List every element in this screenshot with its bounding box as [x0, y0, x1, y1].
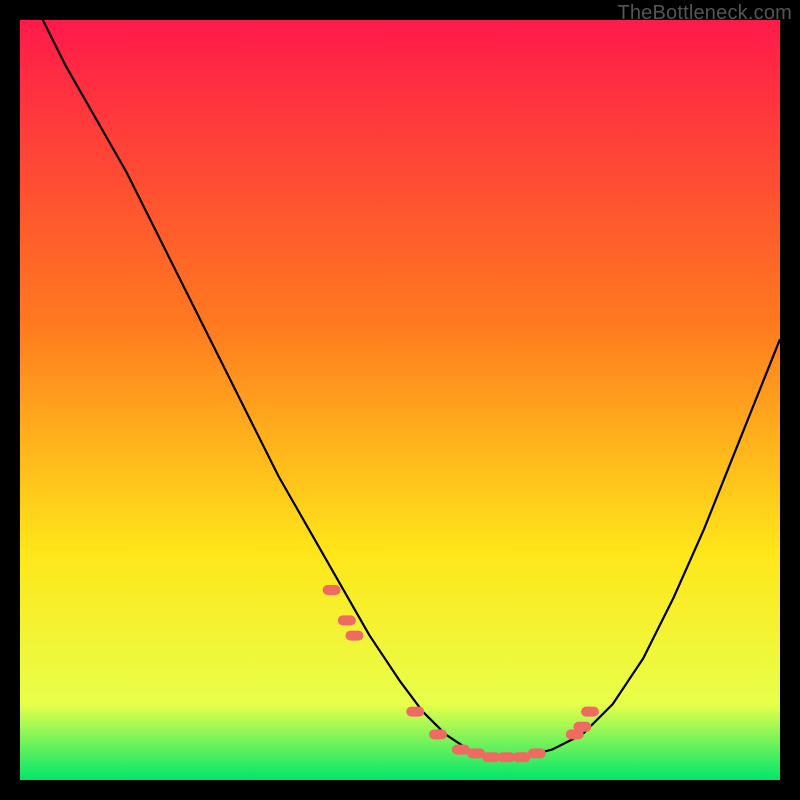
bottleneck-chart	[20, 20, 780, 780]
data-point	[581, 707, 599, 717]
data-point	[573, 722, 591, 732]
data-point	[528, 748, 546, 758]
data-point	[429, 729, 447, 739]
watermark-text: TheBottleneck.com	[617, 2, 792, 25]
gradient-background	[20, 20, 780, 780]
chart-frame	[20, 20, 780, 780]
data-point	[323, 585, 341, 595]
data-point	[406, 707, 424, 717]
data-point	[338, 615, 356, 625]
data-point	[345, 631, 363, 641]
